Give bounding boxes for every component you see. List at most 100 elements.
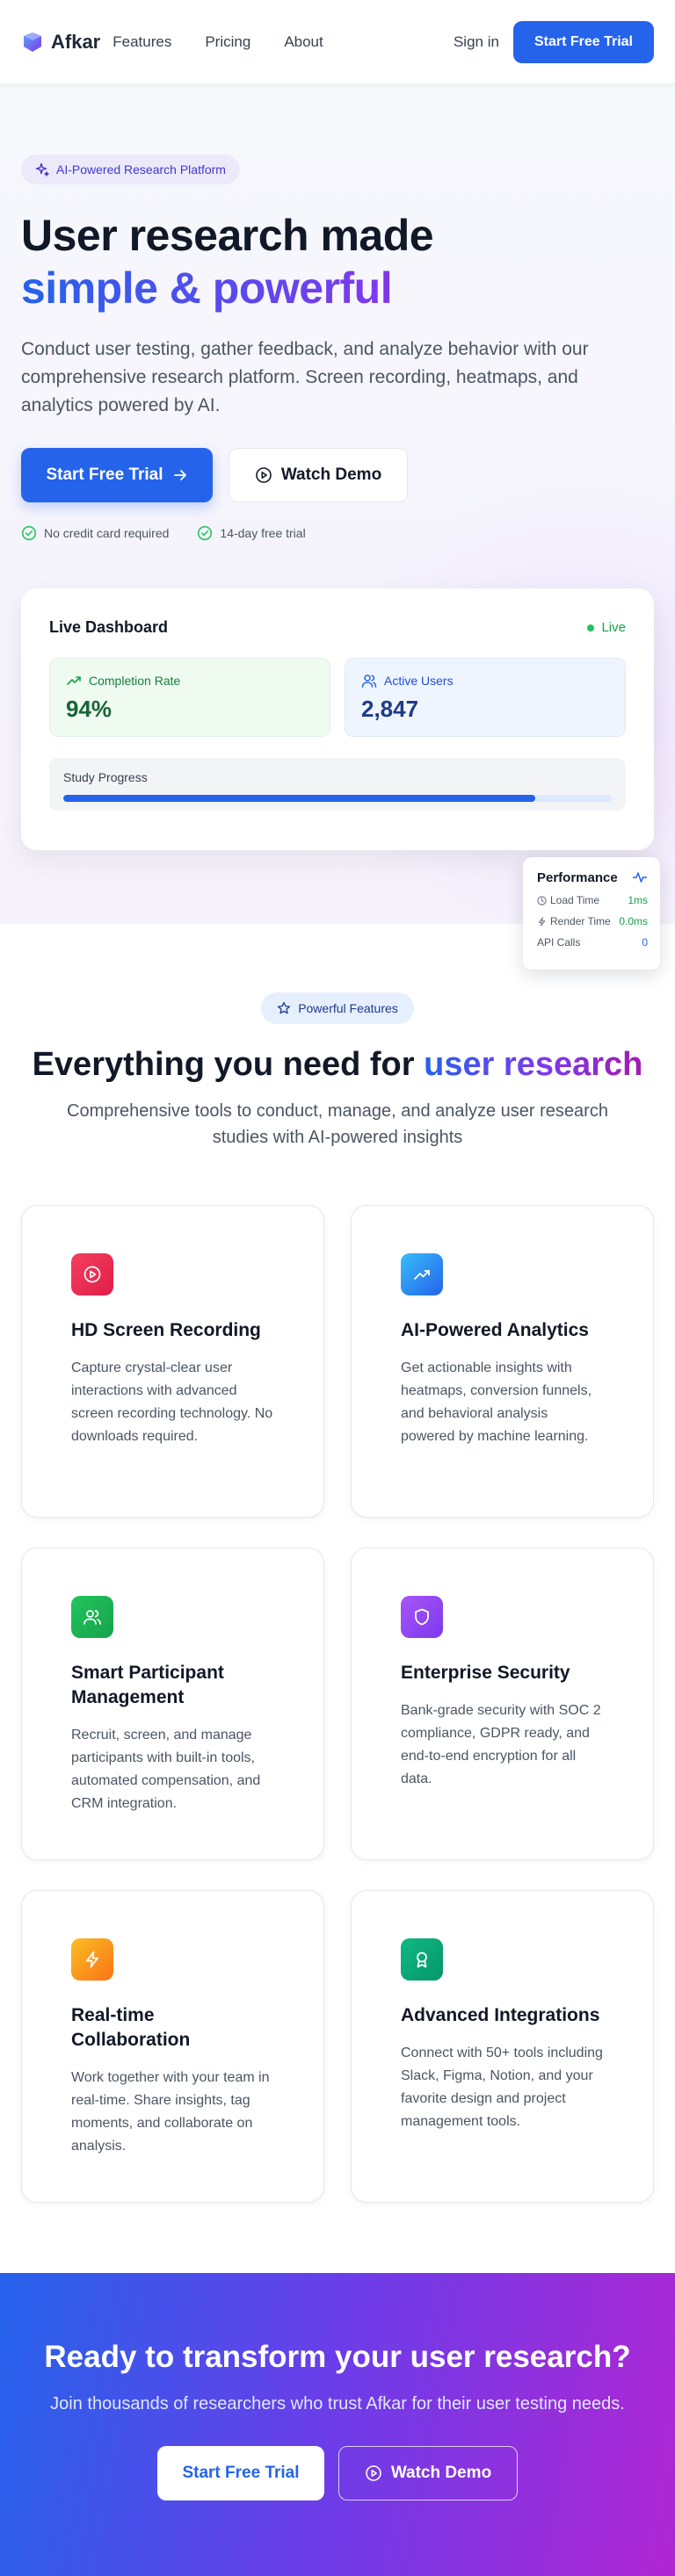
feature-title: Smart Participant Management bbox=[71, 1663, 224, 1707]
hero-start-trial-button[interactable]: Start Free Trial bbox=[21, 448, 213, 502]
perf-row-load-time: Load Time 1ms bbox=[537, 894, 648, 906]
check-circle-icon bbox=[21, 525, 37, 541]
play-circle-icon bbox=[256, 467, 272, 483]
features-title-accent: user research bbox=[424, 1046, 643, 1083]
study-progress-label: Study Progress bbox=[63, 770, 148, 784]
hero-checks: No credit card required 14-day free tria… bbox=[21, 525, 654, 541]
check-no-card-label: No credit card required bbox=[44, 526, 170, 540]
hero-title-line2: simple & powerful bbox=[21, 262, 654, 314]
feature-description: Get actionable insights with heatmaps, c… bbox=[401, 1360, 592, 1444]
feature-description: Connect with 50+ tools including Slack, … bbox=[401, 2046, 603, 2129]
feature-title: HD Screen Recording bbox=[71, 1320, 261, 1340]
performance-header: Performance bbox=[537, 869, 648, 885]
live-indicator: Live bbox=[587, 620, 626, 635]
hero-watch-demo-button[interactable]: Watch Demo bbox=[229, 448, 408, 502]
nav-start-trial-button[interactable]: Start Free Trial bbox=[512, 20, 654, 63]
users-icon bbox=[83, 1610, 101, 1625]
stat-users-label: Active Users bbox=[384, 674, 454, 688]
logo[interactable]: Afkar bbox=[21, 31, 100, 54]
study-progress-track bbox=[63, 795, 612, 802]
check-free-trial: 14-day free trial bbox=[197, 525, 306, 541]
perf-row-render-time: Render Time 0.0ms bbox=[537, 915, 648, 927]
cta-section: Ready to transform your user research? J… bbox=[0, 2273, 675, 2576]
performance-title: Performance bbox=[537, 869, 618, 885]
signin-link[interactable]: Sign in bbox=[454, 33, 499, 51]
feature-icon-tile bbox=[71, 1596, 113, 1638]
cta-subtitle: Join thousands of researchers who trust … bbox=[50, 2394, 625, 2414]
feature-card-ai-analytics: AI-Powered Analytics Get actionable insi… bbox=[351, 1205, 654, 1518]
cta-watch-demo-label: Watch Demo bbox=[390, 2464, 492, 2482]
features-badge-label: Powerful Features bbox=[298, 1001, 398, 1015]
feature-icon-tile bbox=[71, 1253, 113, 1295]
perf-api-label-wrap: API Calls bbox=[537, 936, 580, 949]
perf-render-label-wrap: Render Time bbox=[537, 915, 611, 927]
perf-api-value: 0 bbox=[642, 936, 648, 949]
performance-widget: Performance Load Time 1ms Render Time 0.… bbox=[523, 857, 660, 970]
feature-icon-tile bbox=[401, 1253, 443, 1295]
feature-title: Real-time Collaboration bbox=[71, 2005, 191, 2050]
nav-link-pricing[interactable]: Pricing bbox=[205, 33, 250, 51]
star-icon bbox=[278, 1001, 291, 1014]
hero-title-line1: User research made bbox=[21, 211, 434, 260]
stat-active-users: Active Users 2,847 bbox=[345, 658, 626, 737]
hero-start-trial-label: Start Free Trial bbox=[46, 465, 163, 484]
hero-section: AI-Powered Research Platform User resear… bbox=[0, 84, 675, 970]
arrow-right-icon bbox=[173, 470, 186, 480]
feature-description: Bank-grade security with SOC 2 complianc… bbox=[401, 1703, 601, 1786]
play-circle-icon bbox=[366, 2465, 381, 2481]
study-progress: Study Progress bbox=[49, 758, 626, 811]
stat-completion-label: Completion Rate bbox=[89, 674, 181, 688]
nav-actions: Sign in Start Free Trial bbox=[454, 20, 654, 63]
check-free-trial-label: 14-day free trial bbox=[220, 526, 306, 540]
feature-description: Recruit, screen, and manage participants… bbox=[71, 1728, 261, 1811]
feature-card-collaboration: Real-time Collaboration Work together wi… bbox=[21, 1890, 324, 2203]
cta-start-trial-button[interactable]: Start Free Trial bbox=[157, 2446, 324, 2500]
perf-load-label: Load Time bbox=[550, 894, 600, 906]
stat-users-label-row: Active Users bbox=[361, 673, 609, 689]
live-dashboard-card: Live Dashboard Live Completion Rate 94% bbox=[21, 588, 654, 850]
top-nav: Afkar Features Pricing About Sign in Sta… bbox=[0, 0, 675, 84]
dashboard-title: Live Dashboard bbox=[49, 618, 169, 636]
stat-completion-value: 94% bbox=[66, 696, 112, 722]
features-badge: Powerful Features bbox=[261, 992, 414, 1024]
stat-completion-rate: Completion Rate 94% bbox=[49, 658, 330, 737]
trending-up-icon bbox=[67, 676, 81, 685]
nav-links: Features Pricing About bbox=[112, 33, 323, 51]
clock-icon bbox=[537, 895, 547, 906]
hero-cta-group: Start Free Trial Watch Demo bbox=[21, 448, 654, 502]
bolt-icon bbox=[538, 916, 546, 927]
stats-row: Completion Rate 94% Active Users 2,847 bbox=[49, 658, 626, 737]
feature-title: AI-Powered Analytics bbox=[401, 1320, 589, 1340]
study-progress-fill bbox=[63, 795, 535, 802]
hero-badge: AI-Powered Research Platform bbox=[21, 155, 240, 184]
feature-description: Work together with your team in real-tim… bbox=[71, 2070, 270, 2154]
features-title-prefix: Everything you need for bbox=[32, 1046, 425, 1083]
cta-title: Ready to transform your user research? bbox=[44, 2340, 631, 2374]
perf-load-value: 1ms bbox=[628, 894, 648, 906]
features-grid: HD Screen Recording Capture crystal-clea… bbox=[21, 1205, 654, 2203]
hero-badge-label: AI-Powered Research Platform bbox=[56, 162, 226, 177]
lightning-icon bbox=[86, 1951, 98, 1968]
perf-render-label: Render Time bbox=[550, 915, 611, 927]
nav-link-features[interactable]: Features bbox=[112, 33, 171, 51]
dashboard-header: Live Dashboard Live bbox=[49, 618, 626, 637]
trending-up-icon bbox=[414, 1270, 430, 1280]
feature-card-screen-recording: HD Screen Recording Capture crystal-clea… bbox=[21, 1205, 324, 1518]
feature-icon-tile bbox=[401, 1596, 443, 1638]
activity-icon bbox=[632, 872, 648, 883]
check-no-card: No credit card required bbox=[21, 525, 169, 541]
feature-card-participant-management: Smart Participant Management Recruit, sc… bbox=[21, 1548, 324, 1860]
users-icon bbox=[361, 675, 377, 688]
sparkles-icon bbox=[35, 162, 49, 177]
award-icon bbox=[417, 1952, 427, 1968]
perf-load-label-wrap: Load Time bbox=[537, 894, 599, 906]
feature-icon-tile bbox=[71, 1938, 113, 1981]
hero-title: User research made simple & powerful bbox=[21, 209, 654, 314]
perf-api-label: API Calls bbox=[537, 936, 581, 949]
cta-watch-demo-button[interactable]: Watch Demo bbox=[338, 2446, 518, 2500]
stat-completion-label-row: Completion Rate bbox=[66, 673, 314, 689]
nav-link-about[interactable]: About bbox=[284, 33, 323, 51]
logo-icon bbox=[24, 32, 41, 52]
features-badge-wrap: Powerful Features bbox=[21, 992, 654, 1024]
brand-name: Afkar bbox=[51, 30, 101, 53]
